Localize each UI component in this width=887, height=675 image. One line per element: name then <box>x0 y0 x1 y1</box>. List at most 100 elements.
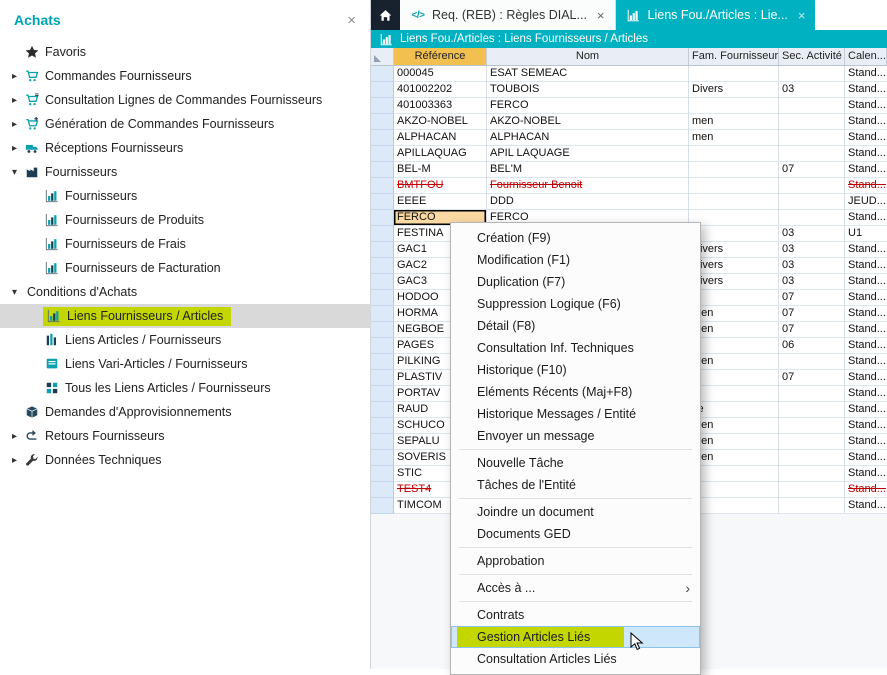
cell-sec-activite[interactable] <box>779 130 845 146</box>
sidebar-item[interactable]: ▸Génération de Commandes Fournisseurs <box>0 112 370 136</box>
cell-calendrier[interactable]: Stand... <box>845 98 887 114</box>
cell-sec-activite[interactable] <box>779 210 845 226</box>
menu-item[interactable]: Nouvelle Tâche <box>451 452 700 474</box>
row-selector-cell[interactable] <box>371 226 394 242</box>
cell-fam-fournisseur[interactable]: Divers <box>689 274 779 290</box>
cell-sec-activite[interactable]: 06 <box>779 338 845 354</box>
cell-reference[interactable]: 000045 <box>394 66 487 82</box>
cell-calendrier[interactable]: Stand... <box>845 114 887 130</box>
cell-calendrier[interactable]: Stand... <box>845 370 887 386</box>
row-selector-cell[interactable] <box>371 290 394 306</box>
cell-calendrier[interactable]: Stand... <box>845 402 887 418</box>
menu-item[interactable]: Historique (F10) <box>451 359 700 381</box>
row-selector-cell[interactable] <box>371 146 394 162</box>
sidebar-item[interactable]: Tous les Liens Articles / Fournisseurs <box>0 376 370 400</box>
cell-fam-fournisseur[interactable] <box>689 66 779 82</box>
cell-fam-fournisseur[interactable]: men <box>689 354 779 370</box>
cell-sec-activite[interactable] <box>779 402 845 418</box>
row-selector-cell[interactable] <box>371 66 394 82</box>
row-selector-cell[interactable] <box>371 402 394 418</box>
tab-close-icon[interactable]: × <box>597 8 605 23</box>
cell-fam-fournisseur[interactable]: men <box>689 418 779 434</box>
row-selector-cell[interactable] <box>371 82 394 98</box>
cell-sec-activite[interactable]: 07 <box>779 162 845 178</box>
sidebar-item[interactable]: Liens Articles / Fournisseurs <box>0 328 370 352</box>
cell-calendrier[interactable]: JEUD... <box>845 194 887 210</box>
cell-fam-fournisseur[interactable]: men <box>689 434 779 450</box>
cell-sec-activite[interactable] <box>779 178 845 194</box>
cell-reference[interactable]: APILLAQUAG <box>394 146 487 162</box>
cell-calendrier[interactable]: Stand... <box>845 258 887 274</box>
cell-nom[interactable]: APIL LAQUAGE <box>487 146 689 162</box>
row-selector-cell[interactable] <box>371 370 394 386</box>
cell-sec-activite[interactable]: 03 <box>779 242 845 258</box>
menu-item[interactable]: Historique Messages / Entité <box>451 403 700 425</box>
cell-sec-activite[interactable]: 03 <box>779 226 845 242</box>
cell-nom[interactable]: TOUBOIS <box>487 82 689 98</box>
row-selector-cell[interactable] <box>371 306 394 322</box>
cell-sec-activite[interactable] <box>779 418 845 434</box>
cell-calendrier[interactable]: Stand... <box>845 146 887 162</box>
menu-item[interactable]: Accès à ...› <box>451 577 700 599</box>
row-selector-cell[interactable] <box>371 210 394 226</box>
sidebar-item[interactable]: Liens Vari-Articles / Fournisseurs <box>0 352 370 376</box>
row-selector-cell[interactable] <box>371 466 394 482</box>
row-selector-cell[interactable] <box>371 482 394 498</box>
sidebar-item[interactable]: ▸Données Techniques <box>0 448 370 472</box>
cell-fam-fournisseur[interactable]: Divers <box>689 242 779 258</box>
cell-reference[interactable]: BEL-M <box>394 162 487 178</box>
cell-reference[interactable]: EEEE <box>394 194 487 210</box>
expand-arrow-icon[interactable]: ▸ <box>6 95 23 106</box>
menu-item[interactable]: Suppression Logique (F6) <box>451 293 700 315</box>
cell-calendrier[interactable]: Stand... <box>845 178 887 194</box>
column-header[interactable]: Nom <box>487 48 689 66</box>
table-row[interactable]: 000045ESAT SEMEACStand... <box>371 66 887 82</box>
menu-item[interactable]: Consultation Articles Liés <box>451 648 700 670</box>
cell-nom[interactable]: FERCO <box>487 98 689 114</box>
table-row[interactable]: BMTFOUFournisseur BenoitStand... <box>371 178 887 194</box>
cell-sec-activite[interactable] <box>779 66 845 82</box>
cell-calendrier[interactable]: Stand... <box>845 130 887 146</box>
cell-fam-fournisseur[interactable] <box>689 482 779 498</box>
row-selector-header[interactable] <box>371 48 394 66</box>
table-row[interactable]: ALPHACANALPHACANmenStand... <box>371 130 887 146</box>
expand-arrow-icon[interactable]: ▸ <box>6 119 23 130</box>
cell-fam-fournisseur[interactable] <box>689 210 779 226</box>
cell-fam-fournisseur[interactable] <box>689 194 779 210</box>
cell-fam-fournisseur[interactable] <box>689 290 779 306</box>
sidebar-item[interactable]: ▾Conditions d'Achats <box>0 280 370 304</box>
menu-item[interactable]: Création (F9) <box>451 227 700 249</box>
cell-fam-fournisseur[interactable]: men <box>689 306 779 322</box>
cell-sec-activite[interactable] <box>779 354 845 370</box>
cell-calendrier[interactable]: Stand... <box>845 338 887 354</box>
cell-reference[interactable]: BMTFOU <box>394 178 487 194</box>
cell-fam-fournisseur[interactable] <box>689 370 779 386</box>
cell-sec-activite[interactable] <box>779 386 845 402</box>
sidebar-item[interactable]: ▾Fournisseurs <box>0 160 370 184</box>
cell-sec-activite[interactable] <box>779 98 845 114</box>
close-icon[interactable]: × <box>347 13 356 28</box>
cell-fam-fournisseur[interactable] <box>689 162 779 178</box>
cell-sec-activite[interactable]: 07 <box>779 370 845 386</box>
sidebar-item[interactable]: Liens Fournisseurs / Articles <box>0 304 370 328</box>
cell-sec-activite[interactable] <box>779 482 845 498</box>
cell-sec-activite[interactable] <box>779 434 845 450</box>
cell-nom[interactable]: ALPHACAN <box>487 130 689 146</box>
sidebar-item[interactable]: Fournisseurs de Facturation <box>0 256 370 280</box>
row-selector-cell[interactable] <box>371 114 394 130</box>
expand-arrow-icon[interactable]: ▸ <box>6 455 23 466</box>
cell-calendrier[interactable]: Stand... <box>845 466 887 482</box>
row-selector-cell[interactable] <box>371 98 394 114</box>
sidebar-item[interactable]: Favoris <box>0 40 370 64</box>
expand-arrow-icon[interactable]: ▸ <box>6 143 23 154</box>
home-tab[interactable] <box>371 0 400 30</box>
cell-calendrier[interactable]: Stand... <box>845 322 887 338</box>
cell-fam-fournisseur[interactable]: men <box>689 114 779 130</box>
sidebar-item[interactable]: Fournisseurs <box>0 184 370 208</box>
table-row[interactable]: APILLAQUAGAPIL LAQUAGE Stand... <box>371 146 887 162</box>
menu-item[interactable]: Approbation <box>451 550 700 572</box>
cell-sec-activite[interactable] <box>779 498 845 514</box>
cell-calendrier[interactable]: Stand... <box>845 66 887 82</box>
menu-item[interactable]: Modification (F1) <box>451 249 700 271</box>
table-row[interactable]: EEEEDDDJEUD... <box>371 194 887 210</box>
